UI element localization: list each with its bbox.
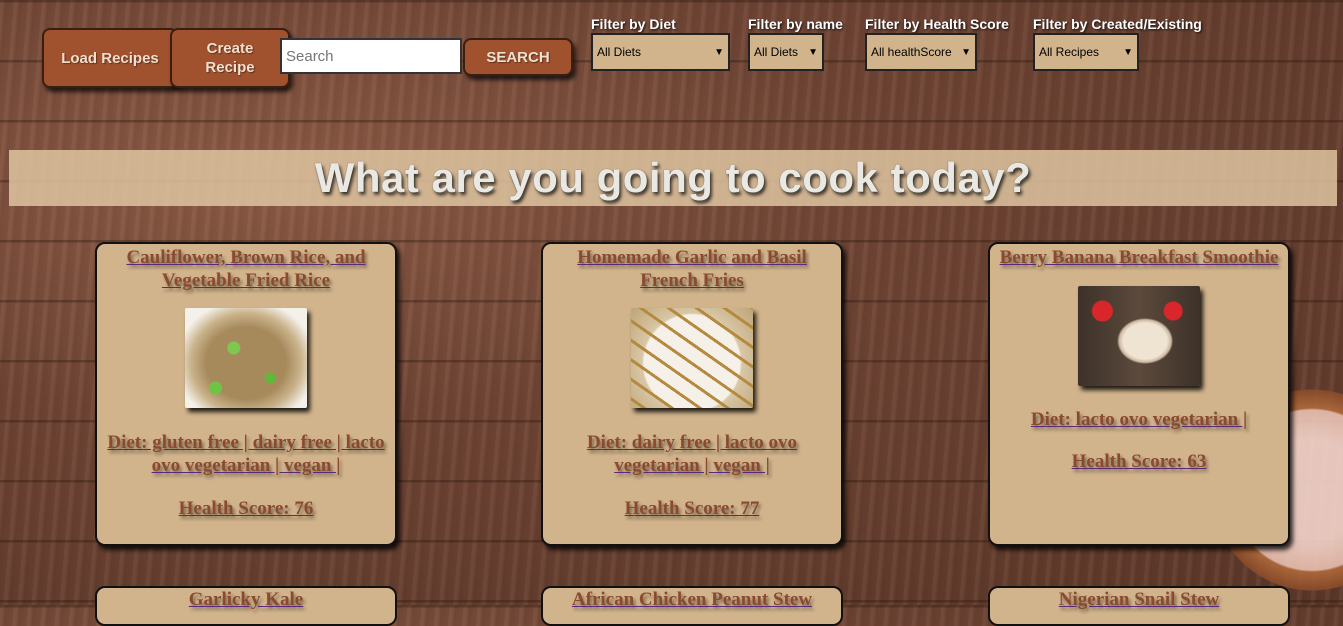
filter-created-value: All Recipes: [1039, 45, 1100, 59]
recipe-health-score[interactable]: Health Score: 77: [543, 497, 841, 520]
recipe-card[interactable]: Cauliflower, Brown Rice, and Vegetable F…: [95, 242, 397, 546]
filter-health-value: All healthScore: [871, 45, 952, 59]
recipe-health-score[interactable]: Health Score: 76: [97, 497, 395, 520]
search-button[interactable]: SEARCH: [463, 38, 573, 76]
create-recipe-button[interactable]: Create Recipe: [170, 28, 290, 88]
filter-diet-select[interactable]: All Diets ▼: [591, 33, 730, 71]
chevron-down-icon: ▼: [714, 46, 724, 58]
recipe-diet[interactable]: Diet: gluten free | dairy free | lacto o…: [97, 431, 395, 477]
filter-health-select[interactable]: All healthScore ▼: [865, 33, 977, 71]
recipe-title[interactable]: Nigerian Snail Stew: [1059, 589, 1219, 610]
recipe-card[interactable]: Berry Banana Breakfast Smoothie Diet: la…: [988, 242, 1290, 546]
filter-created-label: Filter by Created/Existing: [1033, 16, 1202, 32]
chevron-down-icon: ▼: [961, 46, 971, 58]
filter-name-value: All Diets: [754, 45, 799, 59]
chevron-down-icon: ▼: [1123, 46, 1133, 58]
filter-created-select[interactable]: All Recipes ▼: [1033, 33, 1139, 71]
recipe-title[interactable]: African Chicken Peanut Stew: [572, 589, 812, 610]
hero-title: What are you going to cook today?: [314, 154, 1032, 201]
hero-banner: What are you going to cook today?: [9, 150, 1337, 206]
chevron-down-icon: ▼: [808, 46, 818, 58]
recipe-diet[interactable]: Diet: dairy free | lacto ovo vegetarian …: [543, 431, 841, 477]
filter-name-select[interactable]: All Diets ▼: [748, 33, 824, 71]
recipe-card[interactable]: Homemade Garlic and Basil French Fries D…: [541, 242, 843, 546]
load-recipes-button[interactable]: Load Recipes: [42, 28, 178, 88]
filter-diet-label: Filter by Diet: [591, 16, 676, 32]
search-input[interactable]: [280, 38, 462, 74]
filter-name-label: Filter by name: [748, 16, 843, 32]
recipe-title[interactable]: Cauliflower, Brown Rice, and Vegetable F…: [97, 244, 395, 292]
filter-health-label: Filter by Health Score: [865, 16, 1009, 32]
recipe-card[interactable]: Garlicky Kale: [95, 586, 397, 626]
recipe-diet[interactable]: Diet: lacto ovo vegetarian |: [990, 408, 1288, 431]
filter-diet-value: All Diets: [597, 45, 642, 59]
recipe-card[interactable]: Nigerian Snail Stew: [988, 586, 1290, 626]
recipe-health-score[interactable]: Health Score: 63: [990, 450, 1288, 473]
recipe-image: [185, 308, 307, 408]
recipe-image: [631, 308, 753, 408]
recipe-title[interactable]: Garlicky Kale: [189, 589, 304, 610]
recipe-title[interactable]: Homemade Garlic and Basil French Fries: [543, 244, 841, 292]
recipe-card[interactable]: African Chicken Peanut Stew: [541, 586, 843, 626]
recipe-image: [1078, 286, 1200, 386]
recipe-title[interactable]: Berry Banana Breakfast Smoothie: [990, 244, 1288, 269]
